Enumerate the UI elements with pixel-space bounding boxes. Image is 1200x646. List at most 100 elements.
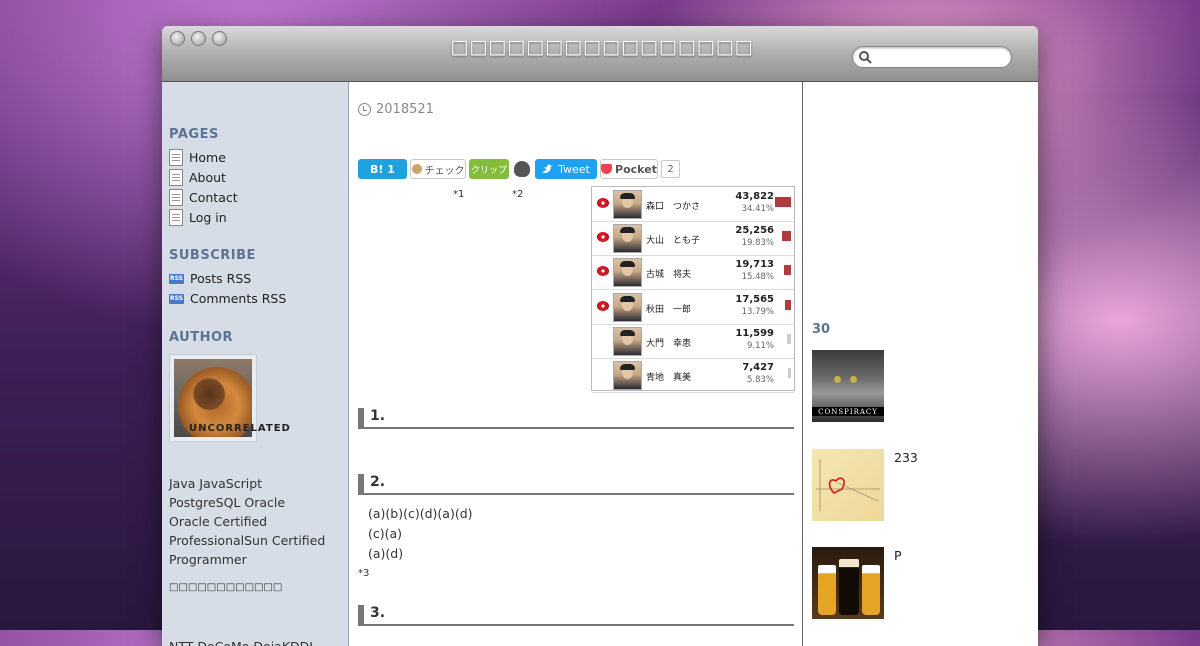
result-row: 秋田 一郎 17,565 13.79% [592,290,794,325]
vote-share-bar [782,231,791,242]
site-title[interactable]: □□□□□□□□□□□□□□□□ [442,36,762,58]
vote-share-bar [785,299,791,310]
footnote-ref-2[interactable]: *2 [512,189,523,200]
page-icon [169,169,183,186]
author-bio-jp: □□□□□□□□□□□□ [169,582,283,593]
beer-glass [818,565,836,615]
search-icon [859,51,872,64]
evernote-icon[interactable] [514,161,530,177]
thumbnail-conspiracy-cat[interactable]: CONSPIRACY [812,350,884,422]
popular-heading: 30 [812,322,831,337]
vote-count: 19,713 [735,259,774,271]
cat-eye [850,376,857,383]
thumbnail-caption: CONSPIRACY [818,408,878,416]
candidate-photo [613,326,642,356]
page-icon [169,189,183,206]
search-box[interactable] [852,46,1012,68]
candidate-name: 青地 真美 [646,373,692,383]
minimize-window-icon[interactable] [191,31,206,46]
clock-icon [358,103,371,116]
comments-rss-link[interactable]: RSS Comments RSS [169,291,286,306]
candidate-photo [613,258,642,288]
pocket-count: 2 [661,160,680,178]
vote-count: 11,599 [735,327,774,339]
section-heading-1: 1. [358,408,794,429]
nav-link-home[interactable]: Home [169,149,226,166]
vote-percent: 15.48% [741,272,774,283]
pages-heading: PAGES [169,127,219,142]
body-line: (a)(b)(c)(d)(a)(d) [368,506,473,521]
candidate-photo [613,292,642,322]
nav-link-about[interactable]: About [169,169,226,186]
thumbnail-text[interactable]: P [894,548,902,563]
vote-share-bar [784,265,791,276]
clip-button[interactable]: クリップ [469,159,509,179]
author-name: UNCORRELATED [189,423,291,434]
vote-percent: 9.11% [746,340,774,351]
result-row: 青地 真美 7,427 5.83% [592,358,794,393]
candidate-photo [613,224,642,254]
post-date: 2018521 [358,102,434,117]
vote-percent: 34.41% [741,204,774,214]
section-heading-2: 2. [358,474,794,495]
search-input[interactable] [877,49,1006,65]
title-bar: □□□□□□□□□□□□□□□□ [162,26,1038,82]
candidate-photo [613,190,642,219]
author-bio: Java JavaScript PostgreSQL Oracle Oracle… [169,476,326,567]
thumbnail-heart-graph[interactable] [812,449,884,521]
result-row: 森口 つかさ 43,822 34.41% [592,187,794,222]
candidate-photo [613,361,642,390]
body-line: (a)(d) [368,546,404,561]
body-line: (c)(a) [368,526,403,541]
nav-link-contact[interactable]: Contact [169,189,238,206]
footnote-ref-1[interactable]: *1 [453,189,464,200]
election-results-table: 森口 つかさ 43,822 34.41% 大山 とも子 25,256 19.83% 古城 将… [591,186,795,393]
share-buttons: B! 1 チェック クリップ Tweet Pocket 2 [358,159,680,179]
result-row: 古城 将夫 19,713 15.48% [592,255,794,291]
pocket-icon [601,164,613,174]
rss-icon: RSS [169,273,184,284]
hatena-bookmark-button[interactable]: B! 1 [358,159,407,179]
sidebar: PAGES Home About Contact Log in SUBSCRIB… [162,82,349,646]
sidebar-footer-text: NTT DoCoMo DojaKDDI [169,637,313,646]
browser-window: □□□□□□□□□□□□□□□□ PAGES Home About Contac… [162,26,1038,646]
elected-rose-icon [596,265,610,277]
author-heading: AUTHOR [169,330,234,345]
elected-rose-icon [596,231,610,243]
beer-glass [862,565,880,615]
candidate-name: 大門 幸恵 [646,338,692,349]
result-row: 大門 幸恵 11,599 9.11% [592,324,794,359]
candidate-name: 古城 将夫 [646,270,692,281]
post-content: 2018521 B! 1 チェック クリップ Tweet Pocket 2 *1… [349,82,803,646]
posts-rss-link[interactable]: RSS Posts RSS [169,271,251,286]
vote-percent: 19.83% [741,238,774,249]
twitter-bird-icon [542,164,554,173]
candidate-name: 秋田 一郎 [646,304,692,315]
result-row: 大山 とも子 25,256 19.83% [592,221,794,257]
page-icon [169,149,183,166]
rss-icon: RSS [169,293,184,304]
pocket-button[interactable]: Pocket [600,159,658,179]
subscribe-heading: SUBSCRIBE [169,248,256,263]
footnote-ref-3[interactable]: *3 [358,568,369,579]
vote-percent: 5.83% [746,375,774,385]
vote-share-bar [787,333,791,344]
vote-count: 43,822 [735,191,774,202]
mixi-icon [411,164,422,174]
vote-percent: 13.79% [741,306,774,317]
candidate-name: 森口 つかさ [646,202,701,212]
zoom-window-icon[interactable] [212,31,227,46]
vote-count: 7,427 [742,362,774,373]
right-sidebar: 30 CONSPIRACY 233 P [803,82,1038,646]
vote-count: 25,256 [735,225,774,237]
mixi-check-button[interactable]: チェック [410,159,466,179]
nav-link-login[interactable]: Log in [169,209,227,226]
tweet-button[interactable]: Tweet [535,159,597,179]
close-window-icon[interactable] [170,31,185,46]
thumbnail-beer[interactable] [812,547,884,619]
candidate-name: 大山 とも子 [646,236,701,247]
vote-count: 17,565 [735,293,774,305]
heart-icon [816,459,880,511]
elected-rose-icon [596,197,610,209]
thumbnail-text[interactable]: 233 [894,450,918,465]
